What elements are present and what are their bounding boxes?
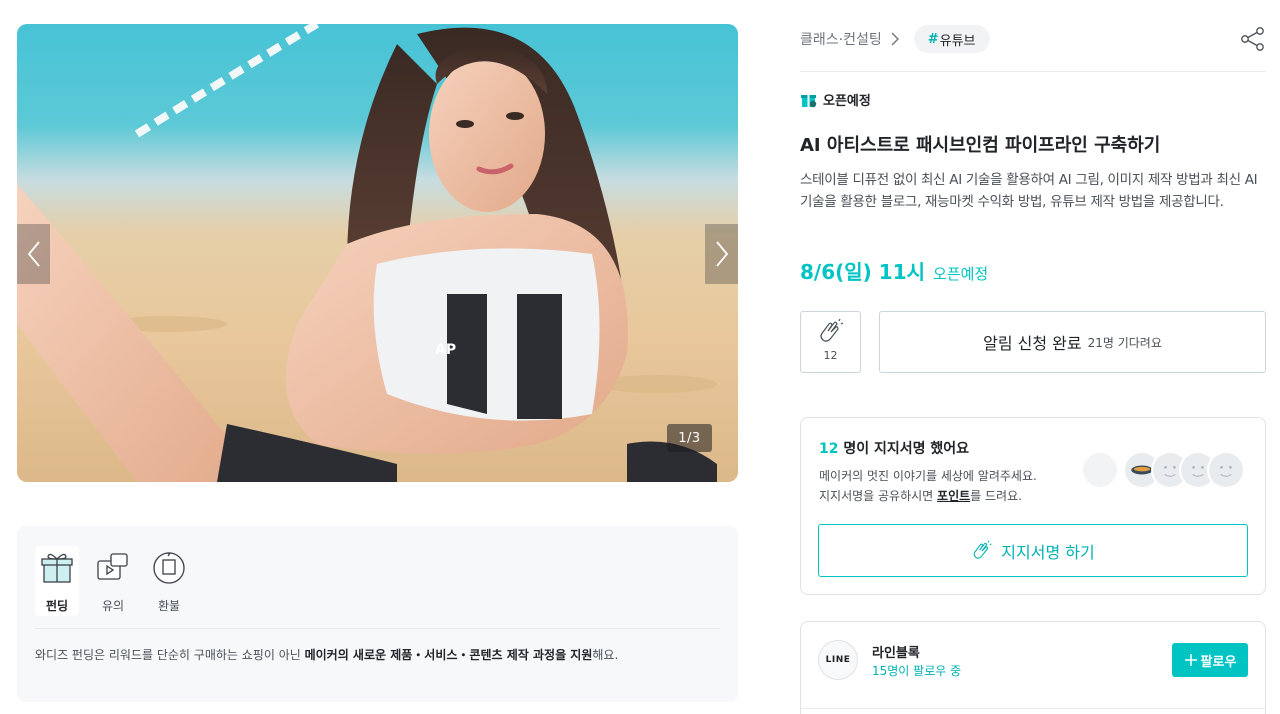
chevron-right-icon <box>715 241 728 267</box>
project-main-image: AP <box>17 24 717 482</box>
status-badge: 오픈예정 <box>800 90 871 109</box>
project-description: 스테이블 디퓨전 없이 최신 AI 기술을 활용하여 AI 그림, 이미지 제작… <box>800 172 1258 210</box>
support-signature-card: 12 명이 지지서명 했어요 메이커의 멋진 이야기를 세상에 알려주세요. 지… <box>800 417 1266 595</box>
gift-icon <box>41 553 73 583</box>
support-line-2-prefix: 지지서명을 공유하시면 <box>819 489 938 503</box>
clap-count: 12 <box>823 349 838 362</box>
clap-button[interactable]: 12 <box>800 311 861 373</box>
gallery-next-button[interactable] <box>705 224 738 284</box>
project-title: AI 아티스트로 패시브인컴 파이프라인 구축하기 <box>800 135 1161 156</box>
notify-waiting-count: 21명 기다려요 <box>1087 335 1162 350</box>
tag-hash: # <box>927 31 939 47</box>
funding-description-bold: 메이커의 새로운 제품・서비스・콘텐츠 제작 과정을 지원 <box>304 648 593 662</box>
gallery-prev-button[interactable] <box>17 224 50 284</box>
refund-icon <box>153 552 185 584</box>
maker-name[interactable]: 라인블록 <box>872 642 920 661</box>
open-date-label: 오픈예정 <box>933 265 989 283</box>
follow-button[interactable]: 팔로우 <box>1172 643 1248 677</box>
supporter-avatars <box>1081 451 1251 491</box>
support-line-1: 메이커의 멋진 이야기를 세상에 알려주세요. <box>819 469 1037 483</box>
avatar <box>1081 451 1119 489</box>
notify-label: 알림 신청 완료 <box>983 334 1082 353</box>
avatar <box>1207 451 1245 489</box>
notify-button[interactable]: 알림 신청 완료 21명 기다려요 <box>879 311 1266 373</box>
support-line-2: 지지서명을 공유하시면 포인트를 드려요. <box>819 486 1037 506</box>
chevron-right-icon <box>891 32 899 46</box>
maker-divider <box>801 708 1265 709</box>
tag-label: 유튜브 <box>939 33 976 49</box>
maker-card: LINE 라인블록 15명이 팔로우 중 팔로우 <box>800 621 1266 714</box>
breadcrumb: 클래스·컨설팅 # 유튜브 <box>800 24 990 54</box>
plus-icon <box>1184 654 1197 666</box>
support-title-text: 명이 지지서명 했어요 <box>838 441 970 457</box>
follow-label: 팔로우 <box>1200 654 1237 670</box>
breadcrumb-category[interactable]: 클래스·컨설팅 <box>800 29 882 49</box>
header-divider <box>800 71 1266 72</box>
breadcrumb-tag[interactable]: # 유튜브 <box>913 25 990 53</box>
gift-badge-icon <box>801 95 817 108</box>
support-points-link[interactable]: 포인트 <box>937 489 970 503</box>
funding-description: 와디즈 펀딩은 리워드를 단순히 구매하는 쇼핑이 아닌 메이커의 새로운 제품… <box>35 646 618 663</box>
share-icon[interactable] <box>1240 26 1266 52</box>
project-summary-panel: 클래스·컨설팅 # 유튜브 오픈예정 AI 아티스트로 패시브인컴 파이프라인 구… <box>800 0 1266 714</box>
funding-info-box: 펀딩 유의 환불 와디즈 펀딩은 리워드를 단순히 구매하는 쇼핑이 아닌 메이… <box>17 526 738 702</box>
project-image-gallery[interactable]: AP <box>17 24 738 482</box>
clap-icon <box>973 540 992 559</box>
tab-funding[interactable]: 펀딩 <box>35 546 79 616</box>
maker-logo[interactable]: LINE <box>818 640 858 680</box>
open-date: 8/6(일) 11시 오픈예정 <box>800 256 988 285</box>
info-divider <box>35 628 720 629</box>
svg-text:AP: AP <box>435 342 456 358</box>
info-tabs: 펀딩 유의 환불 <box>35 546 191 616</box>
tab-notice-label: 유의 <box>101 599 125 613</box>
support-count-title: 12 명이 지지서명 했어요 <box>819 438 969 458</box>
support-line-2-suffix: 를 드려요. <box>970 489 1022 503</box>
funding-description-suffix: 해요. <box>592 648 619 662</box>
status-label: 오픈예정 <box>823 94 871 109</box>
gallery-counter: 1/3 <box>667 424 712 452</box>
support-count: 12 <box>819 441 839 457</box>
support-description: 메이커의 멋진 이야기를 세상에 알려주세요. 지지서명을 공유하시면 포인트를… <box>819 466 1037 506</box>
tab-funding-label: 펀딩 <box>45 599 69 613</box>
chevron-left-icon <box>27 241 40 267</box>
tab-refund-label: 환불 <box>157 599 181 613</box>
maker-followers: 15명이 팔로우 중 <box>872 664 962 678</box>
clap-icon <box>819 318 843 342</box>
video-notice-icon <box>97 553 128 580</box>
support-signature-button[interactable]: 지지서명 하기 <box>818 524 1248 577</box>
tab-notice[interactable]: 유의 <box>91 546 135 616</box>
open-date-value: 8/6(일) 11시 <box>800 260 926 284</box>
tab-refund[interactable]: 환불 <box>147 546 191 616</box>
support-button-label: 지지서명 하기 <box>1001 542 1095 562</box>
funding-description-prefix: 와디즈 펀딩은 리워드를 단순히 구매하는 쇼핑이 아닌 <box>35 648 305 662</box>
